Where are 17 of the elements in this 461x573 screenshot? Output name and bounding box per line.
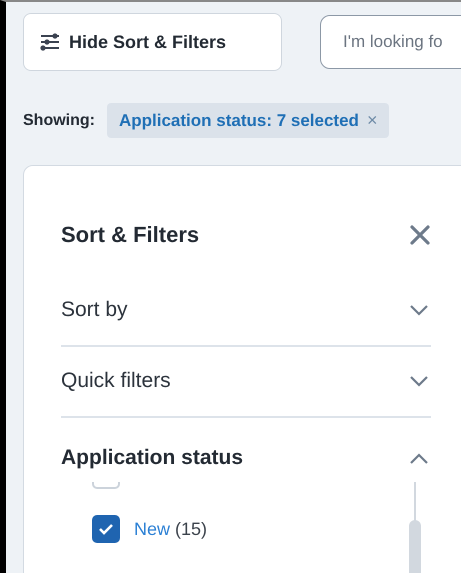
- panel-title: Sort & Filters: [61, 222, 200, 248]
- checkmark-icon: [98, 523, 114, 535]
- search-field[interactable]: I'm looking fo: [320, 15, 461, 69]
- chevron-icon: [409, 452, 429, 464]
- filter-chip-label: Application status: 7 selected: [118, 110, 359, 130]
- sliders-icon: [40, 33, 60, 51]
- scrollbar[interactable]: [409, 482, 421, 573]
- checkbox[interactable]: [92, 515, 120, 543]
- section-header[interactable]: Quick filters: [61, 347, 431, 418]
- section-header[interactable]: Sort by: [61, 276, 431, 347]
- chevron-icon: [409, 375, 429, 387]
- hide-filters-button[interactable]: Hide Sort & Filters: [23, 13, 282, 71]
- section-header[interactable]: Application status: [61, 418, 431, 482]
- close-icon[interactable]: [409, 224, 431, 246]
- chevron-icon: [409, 304, 429, 316]
- showing-label: Showing:: [23, 112, 95, 130]
- option-label[interactable]: New (15): [134, 518, 208, 540]
